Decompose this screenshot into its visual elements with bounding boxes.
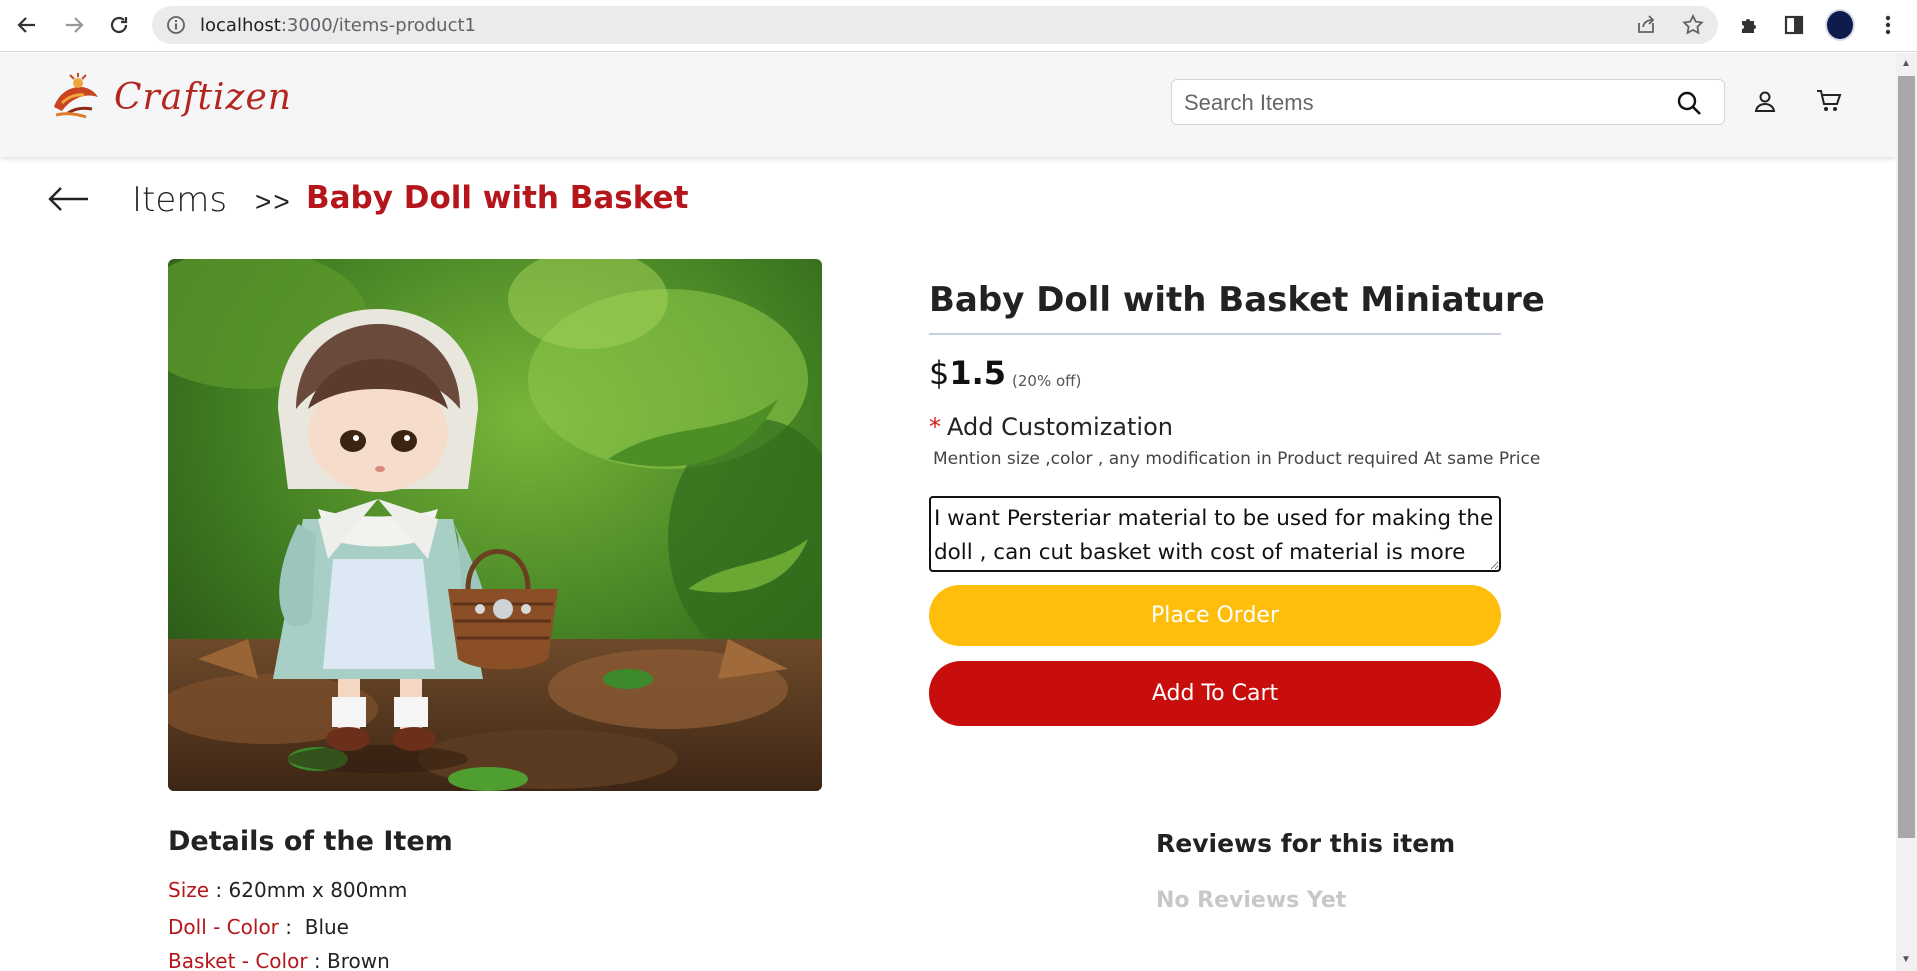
scroll-up-arrow-icon[interactable]: ▲ [1901,58,1911,69]
price-currency: $ [929,354,950,392]
detail-row-size: Size : 620mm x 800mm [168,878,407,902]
share-icon[interactable] [1635,14,1657,41]
product-title: Baby Doll with Basket Miniature [929,280,1545,320]
title-divider [929,333,1501,335]
detail-row-doll-color: Doll - Color : Blue [168,915,349,939]
detail-value: Blue [304,915,349,939]
details-title: Details of the Item [168,826,453,857]
browser-menu-button[interactable] [1873,10,1903,40]
arrow-left-icon [17,17,35,33]
customization-textarea[interactable]: I want Persteriar material to be used fo… [929,496,1501,572]
side-panel-button[interactable] [1779,10,1809,40]
price-amount: 1.5 [949,354,1007,392]
customization-hint: Mention size ,color , any modification i… [933,449,1541,469]
site-info-icon[interactable] [166,15,186,40]
avatar [1825,9,1855,41]
breadcrumb-separator: >> [255,186,292,217]
customization-label-text: Add Customization [947,413,1173,441]
arrow-right-icon [66,17,84,33]
reviews-title: Reviews for this item [1156,829,1456,858]
forward-button[interactable] [59,10,89,40]
back-arrow-icon[interactable] [48,186,90,217]
product-image [168,259,822,791]
extensions-button[interactable] [1734,10,1764,40]
detail-row-basket-color: Basket - Color : Brown [168,949,390,971]
scroll-down-arrow-icon[interactable]: ▼ [1901,954,1911,965]
no-reviews-text: No Reviews Yet [1156,888,1347,913]
scrollbar-thumb[interactable] [1898,76,1915,838]
customization-label: * Add Customization [929,413,1173,441]
user-account-icon[interactable] [1753,89,1777,118]
detail-value: 620mm x 800mm [228,878,408,902]
url-text[interactable]: localhost:3000/items-product1 [200,15,476,36]
search-bar [1171,79,1725,125]
detail-sep: : [278,915,305,939]
discount-badge: (20% off) [1012,372,1082,390]
detail-key: Size [168,878,210,902]
add-to-cart-button[interactable]: Add To Cart [929,661,1501,726]
breadcrumb-items-link[interactable]: Items [132,180,227,220]
bookmark-star-icon[interactable] [1682,13,1704,41]
site-header: Craftizen [0,53,1896,157]
profile-button[interactable] [1825,9,1855,41]
reload-icon [110,16,128,34]
detail-value: Brown [327,949,390,971]
search-input[interactable] [1184,88,1654,118]
site-logo[interactable]: Craftizen [48,73,292,121]
detail-sep: : [307,949,328,971]
required-mark: * [929,413,941,441]
puzzle-icon [1742,19,1756,33]
kebab-menu-icon [1885,15,1891,35]
breadcrumb-current: Baby Doll with Basket [306,180,689,216]
back-button[interactable] [12,10,42,40]
cart-icon[interactable] [1816,89,1842,118]
address-bar[interactable]: localhost:3000/items-product1 [152,6,1718,44]
browser-toolbar: localhost:3000/items-product1 [0,0,1917,52]
side-panel-icon [1784,15,1804,35]
search-icon[interactable] [1676,90,1702,121]
detail-key: Doll - Color [168,915,279,939]
reload-button[interactable] [104,10,134,40]
craft-hand-logo-icon [54,73,98,119]
detail-sep: : [209,878,229,902]
product-price: $1.5 [929,354,1006,392]
place-order-button[interactable]: Place Order [929,585,1501,646]
detail-key: Basket - Color [168,949,308,971]
logo-text: Craftizen [114,76,292,118]
